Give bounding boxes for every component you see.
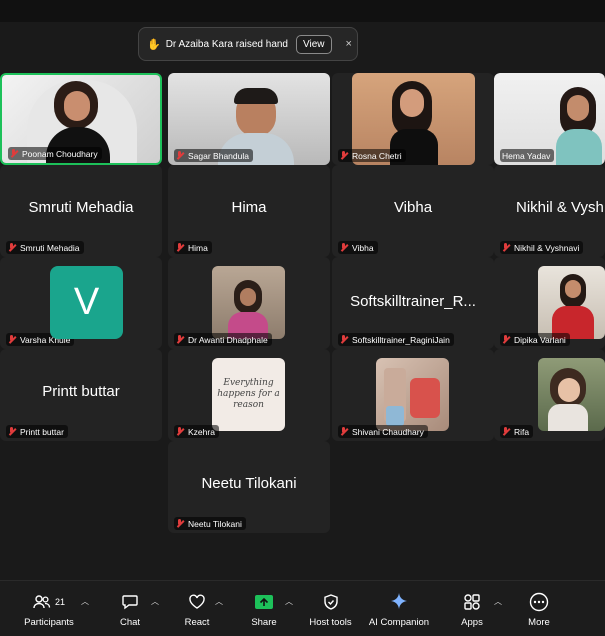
mic-muted-icon xyxy=(8,335,16,344)
meeting-toolbar: 21 Participants ︿ Chat ︿ React ︿ Share ︿… xyxy=(0,580,605,636)
profile-photo xyxy=(538,266,605,339)
participant-tile-hema[interactable]: Hema Yadav xyxy=(494,73,605,165)
participant-tile-kzehra[interactable]: Everything happens for a reason Kzehra xyxy=(168,349,330,441)
chat-options-caret[interactable]: ︿ xyxy=(151,596,159,607)
heart-icon xyxy=(189,594,205,609)
participant-name-label: Hima xyxy=(174,241,212,254)
participant-name-label: Softskilltrainer_RaginiJain xyxy=(338,333,454,346)
mic-muted-icon xyxy=(502,427,510,436)
participant-name-label: Kzehra xyxy=(174,425,219,438)
share-screen-icon xyxy=(255,595,273,609)
participant-display-name: Printt buttar xyxy=(42,383,120,400)
participants-count: 21 xyxy=(54,597,65,607)
participant-tile-awanti[interactable]: Dr Awanti Dhadphale xyxy=(168,257,330,349)
sparkle-icon xyxy=(391,593,407,609)
participant-display-name: Smruti Mehadia xyxy=(28,199,134,216)
mic-muted-icon xyxy=(8,243,16,252)
participant-display-name: Nikhil & Vysh xyxy=(516,199,604,216)
participant-tile-printt[interactable]: Printt buttar Printt buttar xyxy=(0,349,162,441)
raised-hand-text: Dr Azaiba Kara raised hand xyxy=(165,38,288,50)
participant-name-label: Hema Yadav xyxy=(500,149,555,162)
shield-icon xyxy=(323,594,338,610)
participant-tile-nikhil[interactable]: Nikhil & Vysh Nikhil & Vyshnavi xyxy=(494,165,605,257)
participant-name-label: Shivani Chaudhary xyxy=(338,425,428,438)
participant-tile-rosna[interactable]: Rosna Chetri xyxy=(332,73,494,165)
more-icon xyxy=(529,592,549,612)
mic-muted-icon xyxy=(176,243,184,252)
meeting-stage: ✋ Dr Azaiba Kara raised hand View × Poon… xyxy=(0,0,605,580)
participant-tile-shivani[interactable]: Shivani Chaudhary xyxy=(332,349,494,441)
apps-icon xyxy=(464,594,480,610)
participant-tile-vibha[interactable]: Vibha Vibha xyxy=(332,165,494,257)
participants-icon xyxy=(33,595,51,609)
ai-companion-button[interactable]: AI Companion xyxy=(366,591,432,628)
participant-name-label: Neetu Tilokani xyxy=(174,517,246,530)
profile-photo: Everything happens for a reason xyxy=(212,358,285,431)
view-button[interactable]: View xyxy=(296,34,332,54)
mic-muted-icon xyxy=(340,151,348,160)
mic-muted-icon xyxy=(502,335,510,344)
participant-display-name: Vibha xyxy=(393,199,433,216)
close-icon[interactable]: × xyxy=(346,38,352,50)
participant-tile-hima[interactable]: Hima Hima xyxy=(168,165,330,257)
participant-tile-sagar[interactable]: Sagar Bhandula xyxy=(168,73,330,165)
participant-tile-poonam[interactable]: Poonam Choudhary xyxy=(0,73,162,165)
participant-name-label: Poonam Choudhary xyxy=(8,147,102,160)
participant-name-label: Nikhil & Vyshnavi xyxy=(500,241,584,254)
raised-hand-icon: ✋ xyxy=(147,38,161,51)
participant-display-name: Hima xyxy=(231,199,267,216)
mic-muted-icon xyxy=(8,427,16,436)
apps-options-caret[interactable]: ︿ xyxy=(494,596,502,607)
mic-muted-icon xyxy=(176,519,184,528)
react-options-caret[interactable]: ︿ xyxy=(215,596,223,607)
participant-tile-neetu[interactable]: Neetu Tilokani Neetu Tilokani xyxy=(168,441,330,533)
participant-display-name: Neetu Tilokani xyxy=(201,475,297,492)
mic-muted-icon xyxy=(176,335,184,344)
mic-muted-icon xyxy=(340,335,348,344)
chat-icon xyxy=(122,595,138,610)
mic-muted-icon xyxy=(176,151,184,160)
top-bar xyxy=(0,0,605,22)
share-button[interactable]: Share xyxy=(244,591,284,628)
participants-button[interactable]: 21 Participants xyxy=(20,591,78,628)
profile-photo xyxy=(376,358,449,431)
participant-name-label: Dr Awanti Dhadphale xyxy=(174,333,272,346)
profile-photo xyxy=(538,358,605,431)
participant-tile-dipika[interactable]: Dipika Varlani xyxy=(494,257,605,349)
profile-photo-text: Everything happens for a reason xyxy=(217,378,280,410)
participant-name-label: Vibha xyxy=(338,241,378,254)
participant-tile-ragini[interactable]: Softskilltrainer_R... Softskilltrainer_R… xyxy=(332,257,494,349)
more-button[interactable]: More xyxy=(520,591,558,628)
participant-name-label: Smruti Mehadia xyxy=(6,241,84,254)
participant-tile-smruti[interactable]: Smruti Mehadia Smruti Mehadia xyxy=(0,165,162,257)
participant-name-label: Printt buttar xyxy=(6,425,68,438)
raised-hand-notification: ✋ Dr Azaiba Kara raised hand View × xyxy=(138,27,358,61)
mic-muted-icon xyxy=(176,427,184,436)
mic-muted-icon xyxy=(10,149,18,158)
mic-muted-icon xyxy=(502,243,510,252)
participant-display-name: Softskilltrainer_R... xyxy=(350,293,476,310)
apps-button[interactable]: Apps xyxy=(452,591,492,628)
host-tools-button[interactable]: Host tools xyxy=(303,591,358,628)
share-options-caret[interactable]: ︿ xyxy=(285,596,293,607)
participant-name-label: Rifa xyxy=(500,425,534,438)
mic-muted-icon xyxy=(340,243,348,252)
participant-name-label: Rosna Chetri xyxy=(338,149,406,162)
participant-name-label: Dipika Varlani xyxy=(500,333,570,346)
participant-name-label: Sagar Bhandula xyxy=(174,149,253,162)
profile-photo xyxy=(212,266,285,339)
react-button[interactable]: React xyxy=(177,591,217,628)
mic-muted-icon xyxy=(340,427,348,436)
participant-tile-rifa[interactable]: Rifa xyxy=(494,349,605,441)
participants-options-caret[interactable]: ︿ xyxy=(81,596,89,607)
avatar: V xyxy=(50,266,123,339)
chat-button[interactable]: Chat xyxy=(110,591,150,628)
